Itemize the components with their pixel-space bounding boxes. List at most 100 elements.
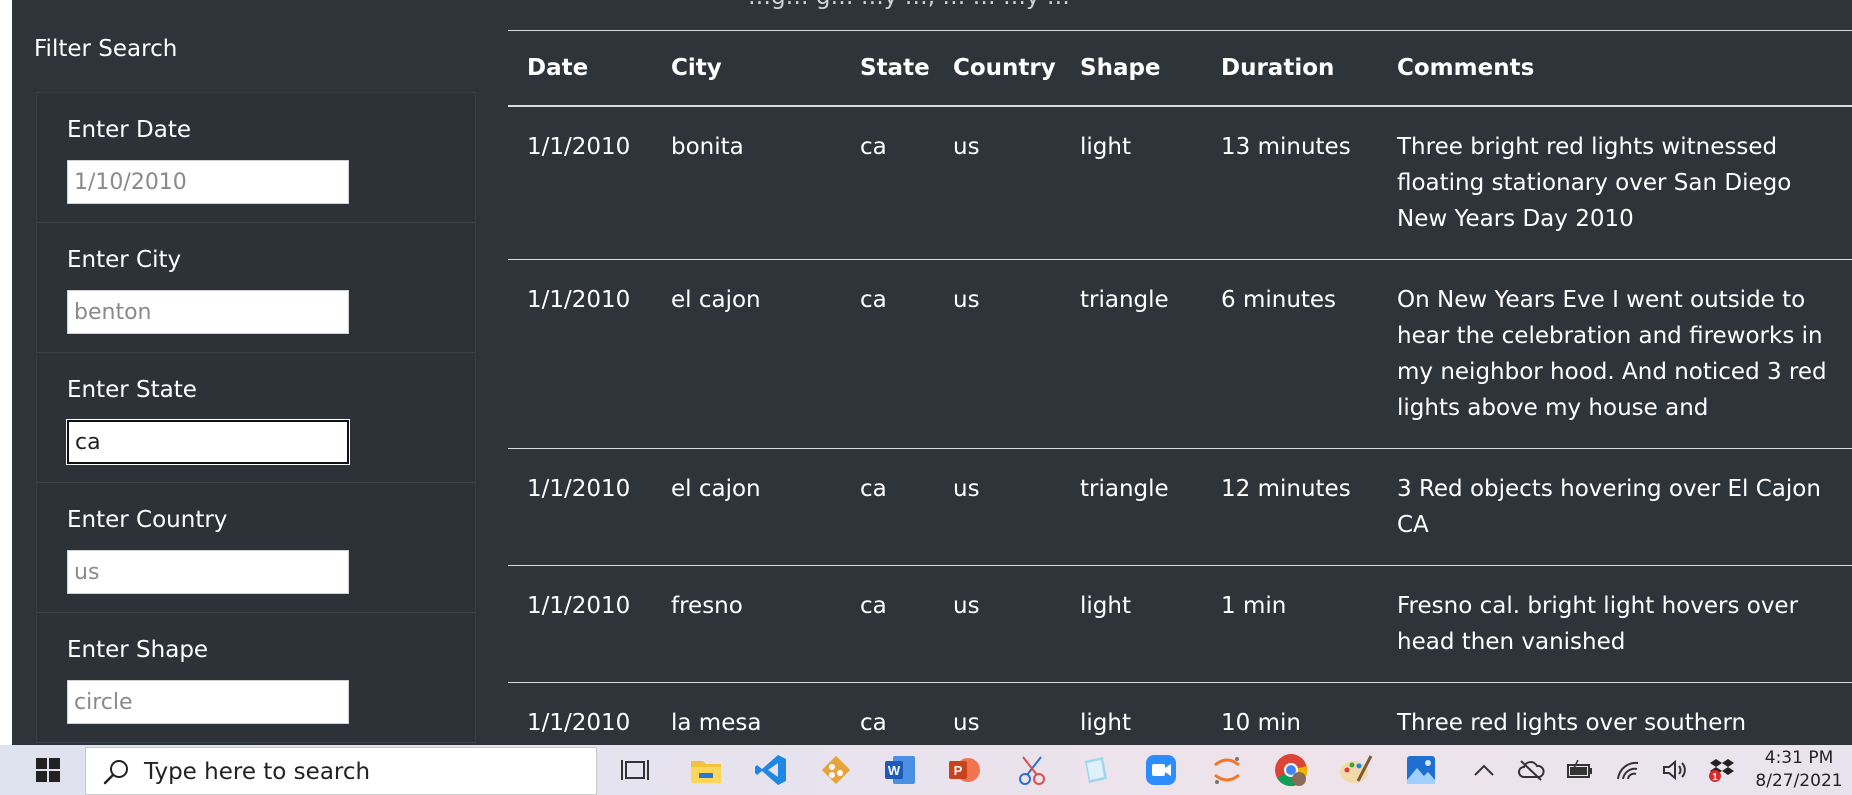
cell-city: bonita bbox=[652, 106, 841, 260]
city-filter-input[interactable] bbox=[67, 290, 349, 334]
column-header-country: Country bbox=[934, 31, 1061, 107]
task-view-icon[interactable] bbox=[616, 751, 654, 789]
ufo-sightings-table: Date City State Country Shape Duration C… bbox=[508, 31, 1852, 745]
svg-text:P: P bbox=[954, 763, 963, 778]
cell-shape: triangle bbox=[1061, 448, 1202, 566]
cut-off-intro-text: …g… g… …y …, … … …y … bbox=[748, 0, 1070, 10]
jupyter-icon[interactable] bbox=[1208, 751, 1246, 789]
column-header-date: Date bbox=[508, 31, 652, 107]
start-button[interactable] bbox=[12, 745, 84, 795]
cell-country: us bbox=[934, 106, 1061, 260]
date-filter-input[interactable] bbox=[67, 160, 349, 204]
cell-duration: 12 minutes bbox=[1202, 448, 1378, 566]
cell-comments: Fresno cal. bright light hovers over hea… bbox=[1378, 565, 1852, 683]
windows-taskbar: Type here to search W P 1 4:31 PM 8/27/2… bbox=[0, 745, 1852, 795]
filter-sidebar: Filter Search Enter Date Enter City Ente… bbox=[12, 0, 492, 745]
table-row: 1/1/2010 el cajon ca us triangle 12 minu… bbox=[508, 448, 1852, 566]
cell-comments: 3 Red objects hovering over El Cajon CA bbox=[1378, 448, 1852, 566]
date-filter-label: Enter Date bbox=[67, 117, 192, 143]
cell-state: ca bbox=[841, 259, 934, 449]
column-header-city: City bbox=[652, 31, 841, 107]
file-explorer-icon[interactable] bbox=[687, 751, 725, 789]
system-clock[interactable]: 4:31 PM 8/27/2021 bbox=[1744, 747, 1852, 793]
clock-date: 8/27/2021 bbox=[1755, 771, 1843, 791]
cell-shape: light bbox=[1061, 682, 1202, 745]
cell-state: ca bbox=[841, 565, 934, 683]
cell-duration: 1 min bbox=[1202, 565, 1378, 683]
taskbar-search-box[interactable]: Type here to search bbox=[85, 747, 597, 795]
table-row: 1/1/2010 el cajon ca us triangle 6 minut… bbox=[508, 259, 1852, 449]
country-filter-label: Enter Country bbox=[67, 507, 228, 533]
vscode-icon[interactable] bbox=[752, 751, 790, 789]
cell-date: 1/1/2010 bbox=[508, 565, 652, 683]
chevron-up-icon[interactable] bbox=[1470, 757, 1498, 783]
shape-filter-label: Enter Shape bbox=[67, 637, 209, 663]
filter-search-title: Filter Search bbox=[34, 36, 178, 62]
cell-duration: 6 minutes bbox=[1202, 259, 1378, 449]
wifi-icon[interactable] bbox=[1614, 757, 1642, 783]
volume-icon[interactable] bbox=[1660, 757, 1688, 783]
cell-country: us bbox=[934, 565, 1061, 683]
column-header-state: State bbox=[841, 31, 934, 107]
notification-badge: 1 bbox=[1712, 772, 1718, 783]
cell-city: el cajon bbox=[652, 448, 841, 566]
cell-comments: Three red lights over southern Californi… bbox=[1378, 682, 1852, 745]
zoom-icon[interactable] bbox=[1142, 751, 1180, 789]
cell-country: us bbox=[934, 682, 1061, 745]
column-header-duration: Duration bbox=[1202, 31, 1378, 107]
search-placeholder: Type here to search bbox=[144, 759, 371, 785]
app-window: Filter Search Enter Date Enter City Ente… bbox=[12, 0, 1852, 745]
cell-duration: 10 min bbox=[1202, 682, 1378, 745]
filter-item-shape: Enter Shape bbox=[37, 613, 475, 743]
cell-date: 1/1/2010 bbox=[508, 682, 652, 745]
cell-state: ca bbox=[841, 682, 934, 745]
ufo-table-area: …g… g… …y …, … … …y … Date City State Co… bbox=[508, 0, 1852, 745]
photos-icon[interactable] bbox=[1402, 751, 1440, 789]
country-filter-input[interactable] bbox=[67, 550, 349, 594]
powerpoint-icon[interactable]: P bbox=[945, 751, 983, 789]
cell-state: ca bbox=[841, 106, 934, 260]
cell-shape: light bbox=[1061, 106, 1202, 260]
cell-date: 1/1/2010 bbox=[508, 448, 652, 566]
paint-icon[interactable] bbox=[1337, 751, 1375, 789]
state-filter-input[interactable] bbox=[67, 420, 349, 464]
filter-item-city: Enter City bbox=[37, 223, 475, 353]
table-header-row: Date City State Country Shape Duration C… bbox=[508, 31, 1852, 107]
table-row: 1/1/2010 fresno ca us light 1 min Fresno… bbox=[508, 565, 1852, 683]
battery-icon[interactable] bbox=[1566, 757, 1594, 783]
window-left-edge bbox=[0, 0, 12, 745]
cell-state: ca bbox=[841, 448, 934, 566]
cloud-icon[interactable] bbox=[1517, 757, 1545, 783]
snipping-icon[interactable] bbox=[1013, 751, 1051, 789]
dropbox-icon[interactable]: 1 bbox=[1708, 757, 1736, 783]
cell-date: 1/1/2010 bbox=[508, 106, 652, 260]
cell-city: fresno bbox=[652, 565, 841, 683]
cell-shape: light bbox=[1061, 565, 1202, 683]
windows-logo-icon bbox=[36, 758, 60, 782]
chrome-icon[interactable] bbox=[1272, 751, 1310, 789]
state-filter-label: Enter State bbox=[67, 377, 197, 403]
filter-item-state: Enter State bbox=[37, 353, 475, 483]
search-icon bbox=[103, 760, 128, 785]
table-row: 1/1/2010 la mesa ca us light 10 min Thre… bbox=[508, 682, 1852, 745]
shape-filter-input[interactable] bbox=[67, 680, 349, 724]
cell-country: us bbox=[934, 448, 1061, 566]
cell-comments: On New Years Eve I went outside to hear … bbox=[1378, 259, 1852, 449]
word-icon[interactable]: W bbox=[881, 751, 919, 789]
clock-time: 4:31 PM bbox=[1764, 748, 1834, 768]
cell-country: us bbox=[934, 259, 1061, 449]
city-filter-label: Enter City bbox=[67, 247, 182, 273]
filter-item-country: Enter Country bbox=[37, 483, 475, 613]
filter-list: Enter Date Enter City Enter State Enter … bbox=[36, 92, 476, 745]
cell-city: el cajon bbox=[652, 259, 841, 449]
git-icon[interactable] bbox=[817, 751, 855, 789]
svg-text:W: W bbox=[888, 763, 901, 778]
cell-city: la mesa bbox=[652, 682, 841, 745]
cell-date: 1/1/2010 bbox=[508, 259, 652, 449]
cell-comments: Three bright red lights witnessed floati… bbox=[1378, 106, 1852, 260]
cell-shape: triangle bbox=[1061, 259, 1202, 449]
filter-item-date: Enter Date bbox=[37, 93, 475, 223]
notepad-icon[interactable] bbox=[1077, 751, 1115, 789]
table-row: 1/1/2010 bonita ca us light 13 minutes T… bbox=[508, 106, 1852, 260]
column-header-shape: Shape bbox=[1061, 31, 1202, 107]
